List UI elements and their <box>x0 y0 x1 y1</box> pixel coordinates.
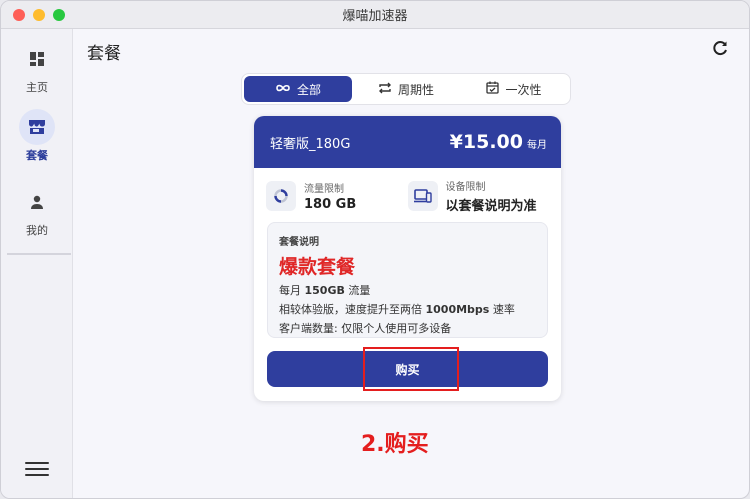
sidebar-item-label: 套餐 <box>26 149 48 162</box>
close-window-button[interactable] <box>13 9 25 21</box>
device-value: 以套餐说明为准 <box>445 199 537 214</box>
filter-onetime[interactable]: 一次性 <box>460 76 568 102</box>
description-line-2-prefix: 相较体验版，速度提升至两倍 <box>279 303 426 316</box>
data-usage-icon <box>266 181 296 211</box>
app-window: 爆喵加速器 主页 套餐 我的 套餐 全部 周期性 一次性 轻奢版_180G ¥1… <box>0 0 750 499</box>
plan-period: 每月 <box>527 140 547 151</box>
plan-filter: 全部 周期性 一次性 <box>241 73 571 105</box>
repeat-icon <box>378 82 392 97</box>
sidebar-item-label: 我的 <box>26 224 48 237</box>
sidebar-item-home[interactable]: 主页 <box>1 41 73 95</box>
sidebar-divider <box>7 253 71 255</box>
devices-icon <box>407 181 438 211</box>
plan-description: 套餐说明 爆款套餐 每月 150GB 流量 相较体验版，速度提升至两倍 1000… <box>267 222 548 338</box>
calendar-check-icon <box>486 81 500 97</box>
dashboard-icon <box>19 41 55 77</box>
traffic-value: 180 GB <box>304 197 357 212</box>
description-headline: 爆款套餐 <box>279 256 356 278</box>
store-icon <box>19 109 55 145</box>
sidebar-item-profile[interactable]: 我的 <box>1 184 73 238</box>
filter-periodic[interactable]: 周期性 <box>352 76 460 102</box>
page-title: 套餐 <box>87 44 121 64</box>
filter-onetime-label: 一次性 <box>505 82 542 97</box>
description-line-1-prefix: 每月 <box>279 284 305 297</box>
person-icon <box>19 184 55 220</box>
description-title: 套餐说明 <box>279 237 319 248</box>
description-line-2: 相较体验版，速度提升至两倍 1000Mbps 速率 <box>279 301 536 317</box>
step-annotation: 2.购买 <box>361 432 429 457</box>
description-line-1: 每月 150GB 流量 <box>279 282 536 298</box>
device-label: 设备限制 <box>445 182 486 193</box>
window-title: 爆喵加速器 <box>342 9 408 24</box>
minimize-window-button[interactable] <box>33 9 45 21</box>
description-line-1-bold: 150GB <box>304 284 345 297</box>
description-line-1-suffix: 流量 <box>344 284 371 297</box>
device-stat: 设备限制 以套餐说明为准 <box>407 178 550 214</box>
window-controls <box>13 9 65 21</box>
sidebar-item-label: 主页 <box>26 81 48 94</box>
traffic-label: 流量限制 <box>304 184 344 195</box>
plan-name: 轻奢版_180G <box>270 136 351 152</box>
plan-price: ¥15.00 <box>449 131 523 153</box>
filter-all-label: 全部 <box>296 82 321 97</box>
plan-price-group: ¥15.00 每月 <box>450 131 547 153</box>
hamburger-icon[interactable] <box>25 459 49 479</box>
sidebar: 主页 套餐 我的 <box>1 29 73 498</box>
traffic-stat: 流量限制 180 GB <box>266 178 408 214</box>
description-line-3: 客户端数量: 仅限个人使用可多设备 <box>279 322 452 335</box>
buy-highlight-box <box>363 347 459 391</box>
plan-card-header: 轻奢版_180G ¥15.00 每月 <box>254 116 561 168</box>
plan-stats: 流量限制 180 GB 设备限制 以套餐说明为准 <box>266 178 549 214</box>
sidebar-item-plans[interactable]: 套餐 <box>1 109 73 163</box>
description-line-2-bold: 1000Mbps <box>425 303 490 316</box>
title-bar: 爆喵加速器 <box>1 1 749 29</box>
infinity-icon <box>275 82 291 96</box>
refresh-icon[interactable] <box>711 39 731 59</box>
description-line-2-suffix: 速率 <box>489 303 515 316</box>
filter-periodic-label: 周期性 <box>397 82 434 97</box>
zoom-window-button[interactable] <box>53 9 65 21</box>
filter-all[interactable]: 全部 <box>244 76 352 102</box>
